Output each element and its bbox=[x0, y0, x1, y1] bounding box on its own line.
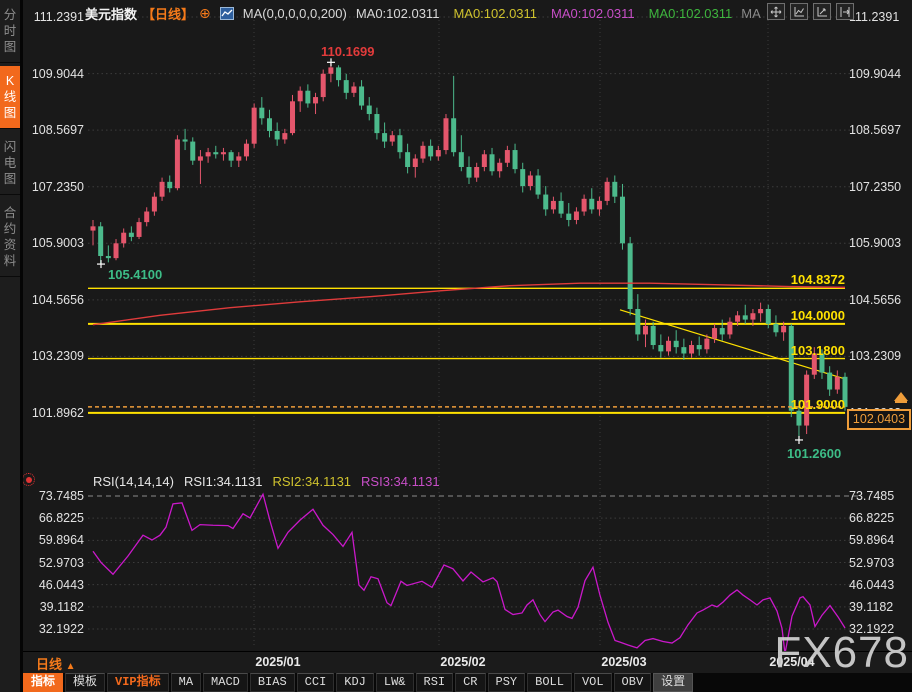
chart-header: 美元指数 【日线】 ⊕ MA(0,0,0,0,0,200) MA0:102.03… bbox=[85, 3, 761, 23]
indicator-tab-3[interactable]: MA bbox=[171, 673, 201, 692]
price-axis-left-0: 111.2391 bbox=[24, 10, 84, 24]
indicator-tab-7[interactable]: KDJ bbox=[336, 673, 374, 692]
period-selector[interactable]: 【日线】 bbox=[142, 4, 194, 23]
rsi-axis-right-4: 46.0443 bbox=[849, 578, 911, 592]
price-axis-left-2: 108.5697 bbox=[24, 123, 84, 137]
rsi-axis-left-1: 66.8225 bbox=[24, 511, 84, 525]
sidebar-tab-3[interactable]: 合约资料 bbox=[0, 198, 20, 277]
price-axis-left-4: 105.9003 bbox=[24, 236, 84, 250]
indicator-tab-6[interactable]: CCI bbox=[297, 673, 335, 692]
price-axis-left-5: 104.5656 bbox=[24, 293, 84, 307]
price-axis-right-1: 109.9044 bbox=[849, 67, 911, 81]
ma-formula-label: MA(0,0,0,0,0,200) bbox=[243, 6, 347, 21]
level-label-2: 103.1800 bbox=[773, 343, 845, 358]
rsi-axis-left-3: 52.9703 bbox=[24, 556, 84, 570]
indicator-tab-9[interactable]: RSI bbox=[416, 673, 454, 692]
rsi3-value: RSI3:34.1131 bbox=[361, 474, 440, 489]
apr-low-annotation: 101.2600 bbox=[787, 446, 841, 461]
indicator-tab-4[interactable]: MACD bbox=[203, 673, 248, 692]
rsi-formula-label: RSI(14,14,14) bbox=[93, 474, 174, 489]
sidebar-tab-1[interactable]: K线图 bbox=[0, 66, 20, 129]
rsi-axis-left-5: 39.1182 bbox=[24, 600, 84, 614]
indicator-tab-12[interactable]: BOLL bbox=[527, 673, 572, 692]
indicator-tab-10[interactable]: CR bbox=[455, 673, 485, 692]
price-axis-left-7: 101.8962 bbox=[24, 406, 84, 420]
symbol-title: 美元指数 bbox=[85, 4, 137, 23]
current-price-box: 102.0403 bbox=[847, 409, 911, 430]
price-axis-left-3: 107.2350 bbox=[24, 180, 84, 194]
chart-type-sidebar: 分时图 K线图闪电图合约资料 bbox=[0, 0, 23, 692]
ma-value-3: MA0:102.0311 bbox=[649, 6, 733, 21]
rsi-header: RSI(14,14,14) RSI1:34.1131 RSI2:34.1131 … bbox=[93, 474, 440, 489]
dec-low-annotation: 105.4100 bbox=[108, 267, 162, 282]
price-axis-right-3: 107.2350 bbox=[849, 180, 911, 194]
rsi-axis-left-0: 73.7485 bbox=[24, 489, 84, 503]
rsi-axis-right-6: 32.1922 bbox=[849, 622, 911, 636]
price-axis-left-6: 103.2309 bbox=[24, 349, 84, 363]
rsi-axis-right-0: 73.7485 bbox=[849, 489, 911, 503]
date-label-3: 2025/04 bbox=[757, 655, 827, 669]
axis-shift-icon[interactable] bbox=[813, 3, 831, 20]
sidebar-tab-2[interactable]: 闪电图 bbox=[0, 132, 20, 195]
chart-toolbar bbox=[767, 3, 854, 20]
indicator-tab-13[interactable]: VOL bbox=[574, 673, 612, 692]
indicator-tab-1[interactable]: 模板 bbox=[65, 673, 105, 692]
level-label-3: 101.9000 bbox=[773, 397, 845, 412]
indicator-tab-5[interactable]: BIAS bbox=[250, 673, 295, 692]
rsi-axis-left-4: 46.0443 bbox=[24, 578, 84, 592]
date-label-1: 2025/02 bbox=[428, 655, 498, 669]
rsi1-value: RSI1:34.1131 bbox=[184, 474, 263, 489]
indicator-tabbar: 指标模板VIP指标MAMACDBIASCCIKDJLW&RSICRPSYBOLL… bbox=[23, 673, 912, 692]
rsi-axis-left-6: 32.1922 bbox=[24, 622, 84, 636]
add-indicator-icon[interactable]: ⊕ bbox=[199, 5, 211, 22]
rsi-axis-right-3: 52.9703 bbox=[849, 556, 911, 570]
axis-zoom-icon[interactable] bbox=[790, 3, 808, 20]
period-dropdown[interactable]: 日线 ▲ bbox=[36, 654, 76, 673]
high-price-annotation: 110.1699 bbox=[321, 44, 375, 59]
chart-window: 分时图 K线图闪电图合约资料 美元指数 【日线】 ⊕ MA(0,0,0,0,0,2… bbox=[0, 0, 912, 692]
level-label-1: 104.0000 bbox=[773, 308, 845, 323]
indicator-tab-14[interactable]: OBV bbox=[614, 673, 652, 692]
price-axis-left-1: 109.9044 bbox=[24, 67, 84, 81]
price-axis-right-6: 103.2309 bbox=[849, 349, 911, 363]
price-axis-right-0: 111.2391 bbox=[849, 10, 911, 24]
ma-value-2: MA0:102.0311 bbox=[551, 6, 635, 21]
rsi-axis-right-5: 39.1182 bbox=[849, 600, 911, 614]
indicator-tab-15[interactable]: 设置 bbox=[653, 673, 693, 692]
rsi2-value: RSI2:34.1131 bbox=[272, 474, 351, 489]
price-axis-right-4: 105.9003 bbox=[849, 236, 911, 250]
date-label-0: 2025/01 bbox=[243, 655, 313, 669]
rsi-settings-icon[interactable] bbox=[22, 473, 35, 486]
rsi-axis-right-1: 66.8225 bbox=[849, 511, 911, 525]
price-axis-right-5: 104.5656 bbox=[849, 293, 911, 307]
indicator-tab-0[interactable]: 指标 bbox=[23, 673, 63, 692]
period-arrow-icon: ▲ bbox=[66, 661, 76, 672]
rsi-axis-left-2: 59.8964 bbox=[24, 533, 84, 547]
pan-icon[interactable] bbox=[767, 3, 785, 20]
sidebar-tab-0[interactable]: 分时图 bbox=[0, 0, 20, 63]
price-marker-arrow[interactable] bbox=[894, 392, 908, 401]
ma-suffix-label: MA bbox=[741, 6, 761, 21]
period-label: 日线 bbox=[36, 657, 62, 672]
price-axis-right-2: 108.5697 bbox=[849, 123, 911, 137]
date-label-2: 2025/03 bbox=[589, 655, 659, 669]
collapse-panel-icon[interactable] bbox=[836, 3, 854, 20]
date-axis-bar: 日线 ▲ 2025/01 2025/02 2025/03 2025/04 bbox=[23, 651, 912, 673]
ma-value-0: MA0:102.0311 bbox=[356, 6, 440, 21]
ma-values-group: MA0:102.0311 MA0:102.0311 MA0:102.0311 MA0:… bbox=[356, 6, 732, 21]
indicator-tab-2[interactable]: VIP指标 bbox=[107, 673, 169, 692]
mini-chart-icon bbox=[220, 7, 234, 20]
rsi-axis-right-2: 59.8964 bbox=[849, 533, 911, 547]
ma-value-1: MA0:102.0311 bbox=[453, 6, 537, 21]
level-label-0: 104.8372 bbox=[773, 272, 845, 287]
indicator-tab-11[interactable]: PSY bbox=[488, 673, 526, 692]
indicator-tab-8[interactable]: LW& bbox=[376, 673, 414, 692]
